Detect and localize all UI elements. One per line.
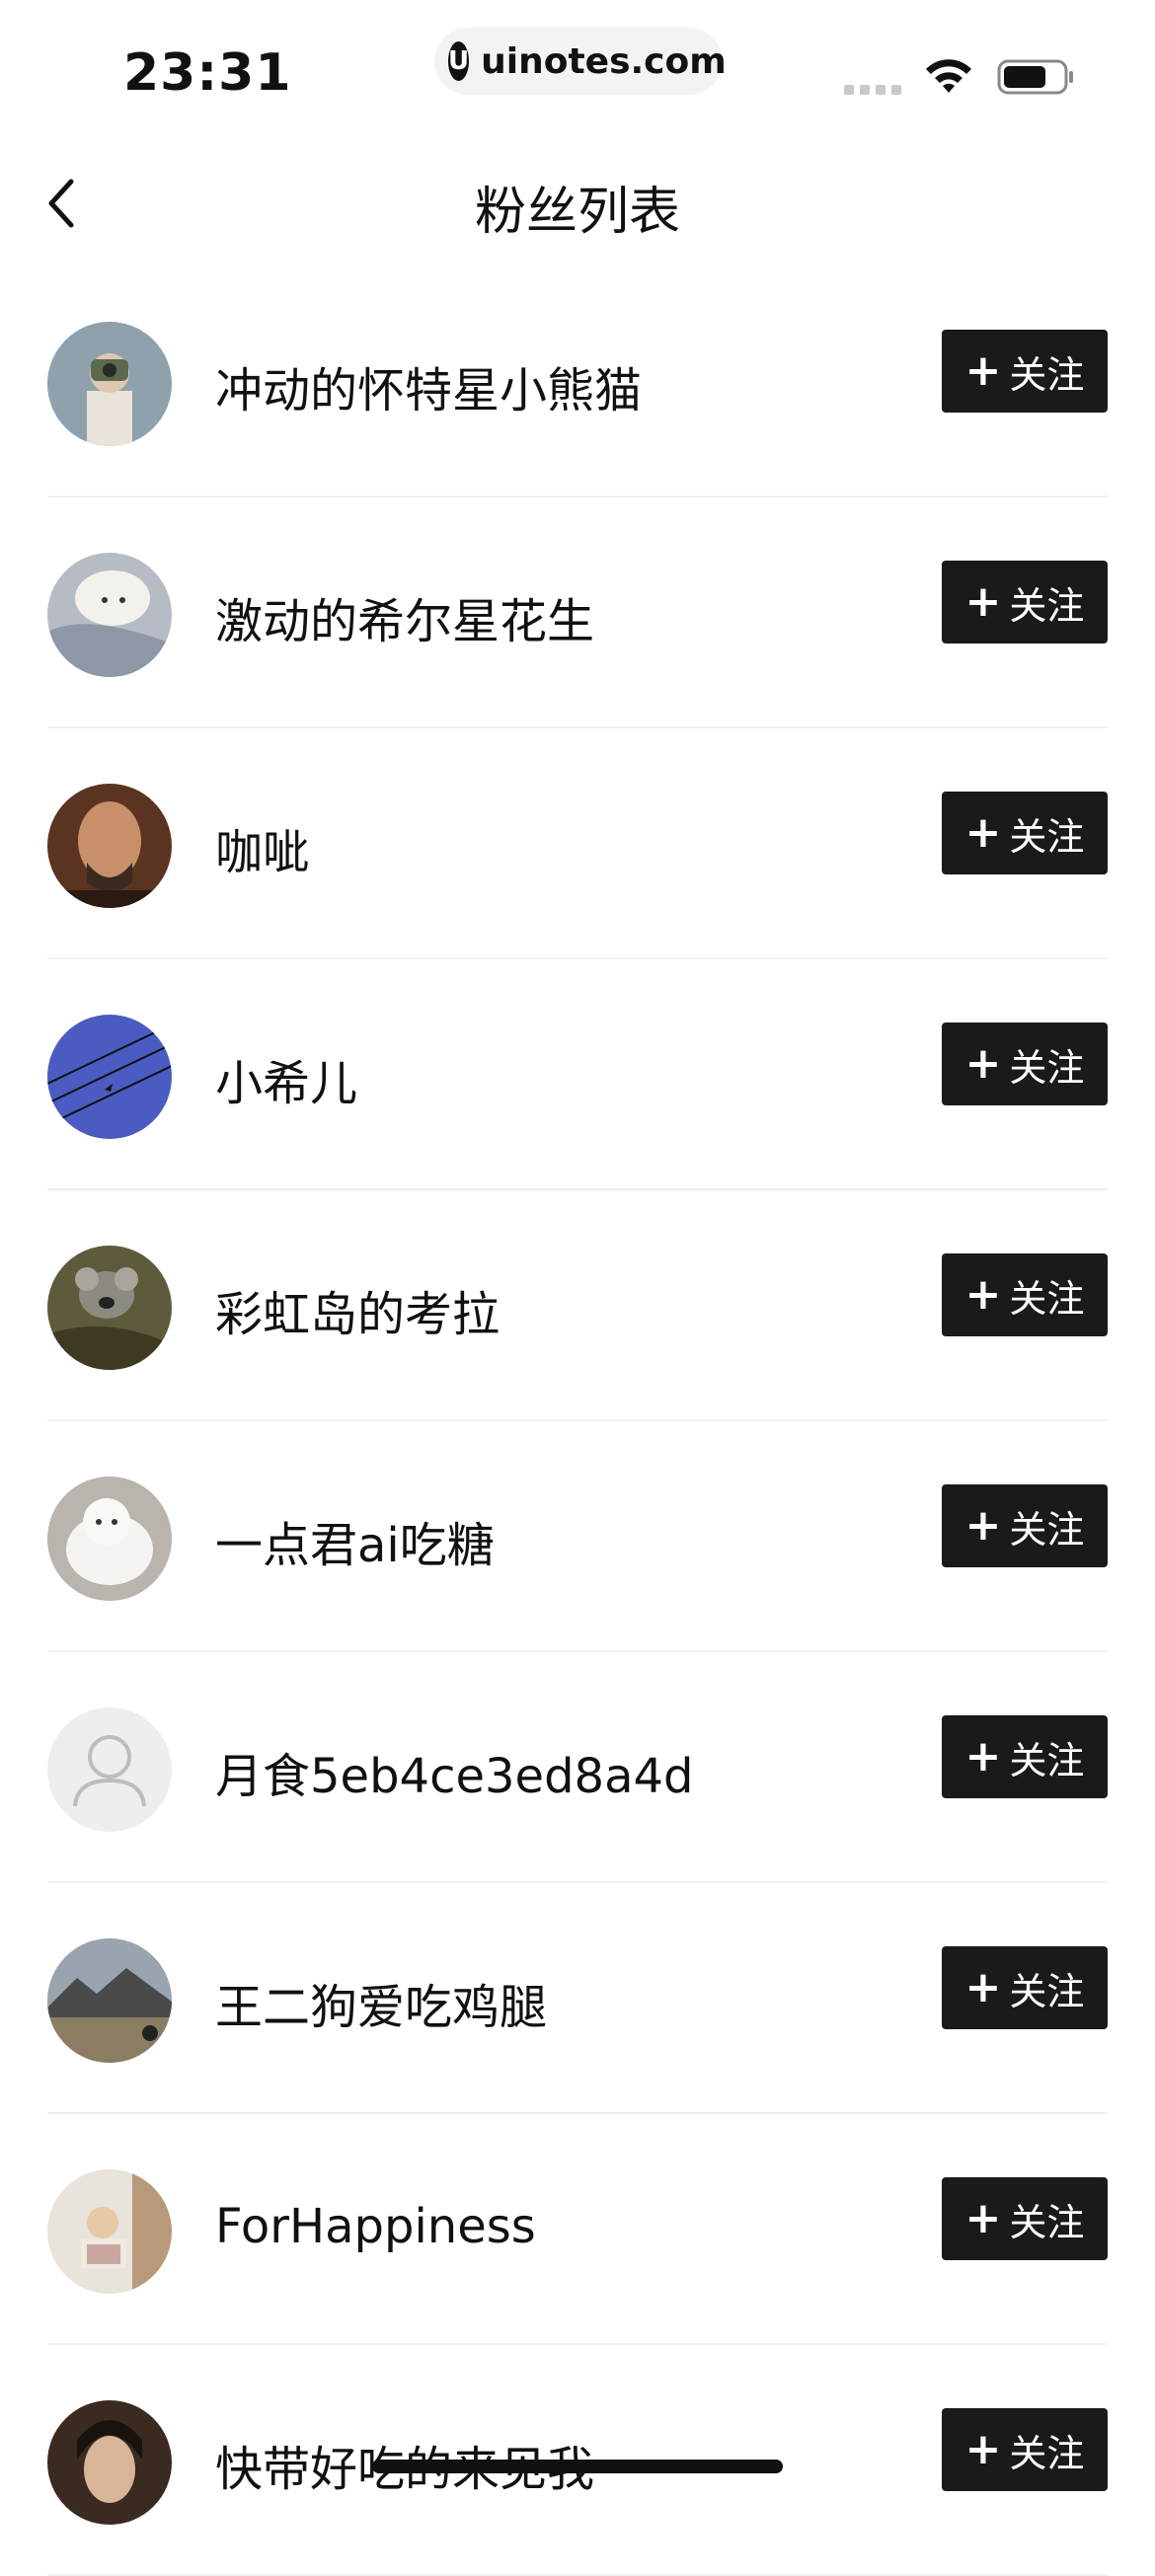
follow-label: 关注 xyxy=(1009,2200,1085,2244)
cellular-signal-icon xyxy=(844,85,901,95)
follow-label: 关注 xyxy=(1009,814,1085,859)
plus-icon: + xyxy=(964,2424,1002,2474)
user-icon xyxy=(47,1707,172,1832)
url-pill[interactable]: U uinotes.com xyxy=(434,28,727,95)
follow-button[interactable]: + 关注 xyxy=(942,2177,1108,2260)
follow-label: 关注 xyxy=(1009,1969,1085,2013)
url-text: uinotes.com xyxy=(481,40,727,82)
avatar[interactable] xyxy=(47,1246,172,1370)
follow-button[interactable]: + 关注 xyxy=(942,1253,1108,1336)
wifi-icon xyxy=(926,59,971,93)
follow-button[interactable]: + 关注 xyxy=(942,561,1108,644)
follow-label: 关注 xyxy=(1009,1738,1085,1782)
fan-list: 冲动的怀特星小熊猫 + 关注 激动的希尔星花生 + 关注 咖呲 + 关注 小希儿… xyxy=(0,266,1155,2576)
plus-icon: + xyxy=(964,1500,1002,1551)
follow-label: 关注 xyxy=(1009,2431,1085,2475)
fan-name: ForHappiness xyxy=(215,2199,536,2254)
follow-label: 关注 xyxy=(1009,352,1085,397)
default-user-avatar[interactable] xyxy=(47,1707,172,1832)
fan-name: 彩虹岛的考拉 xyxy=(215,1287,500,1342)
plus-icon: + xyxy=(964,807,1002,858)
status-bar: 23:31 U uinotes.com xyxy=(0,0,1155,138)
list-item[interactable]: 月食5eb4ce3ed8a4d + 关注 xyxy=(0,1652,1155,1883)
fan-name: 月食5eb4ce3ed8a4d xyxy=(215,1749,694,1804)
avatar[interactable] xyxy=(47,1015,172,1139)
site-logo-icon: U xyxy=(448,41,470,81)
plus-icon: + xyxy=(964,2193,1002,2243)
avatar[interactable] xyxy=(47,1938,172,2063)
fan-name: 小希儿 xyxy=(215,1056,358,1111)
follow-label: 关注 xyxy=(1009,583,1085,628)
follow-button[interactable]: + 关注 xyxy=(942,1023,1108,1105)
plus-icon: + xyxy=(964,1269,1002,1320)
battery-icon xyxy=(997,59,1073,95)
list-item[interactable]: 一点君ai吃糖 + 关注 xyxy=(0,1421,1155,1652)
plus-icon: + xyxy=(964,345,1002,396)
avatar[interactable] xyxy=(47,2169,172,2294)
follow-button[interactable]: + 关注 xyxy=(942,1946,1108,2029)
plus-icon: + xyxy=(964,1731,1002,1781)
plus-icon: + xyxy=(964,576,1002,627)
list-item[interactable]: 彩虹岛的考拉 + 关注 xyxy=(0,1190,1155,1421)
plus-icon: + xyxy=(964,1038,1002,1089)
follow-button[interactable]: + 关注 xyxy=(942,330,1108,413)
list-item[interactable]: 激动的希尔星花生 + 关注 xyxy=(0,497,1155,728)
follow-label: 关注 xyxy=(1009,1045,1085,1090)
list-item[interactable]: ForHappiness + 关注 xyxy=(0,2114,1155,2345)
avatar[interactable] xyxy=(47,1477,172,1601)
fan-name: 咖呲 xyxy=(215,825,311,880)
follow-button[interactable]: + 关注 xyxy=(942,1484,1108,1567)
follow-button[interactable]: + 关注 xyxy=(942,792,1108,874)
fan-name: 一点君ai吃糖 xyxy=(215,1518,495,1573)
avatar[interactable] xyxy=(47,784,172,908)
status-time: 23:31 xyxy=(123,43,292,103)
fan-name: 激动的希尔星花生 xyxy=(215,594,595,649)
nav-bar: 粉丝列表 xyxy=(0,138,1155,266)
fan-name: 冲动的怀特星小熊猫 xyxy=(215,363,643,418)
follow-label: 关注 xyxy=(1009,1276,1085,1321)
home-indicator[interactable] xyxy=(372,2460,783,2473)
follow-button[interactable]: + 关注 xyxy=(942,2408,1108,2491)
avatar[interactable] xyxy=(47,322,172,446)
list-item[interactable]: 王二狗爱吃鸡腿 + 关注 xyxy=(0,1883,1155,2114)
plus-icon: + xyxy=(964,1962,1002,2012)
follow-label: 关注 xyxy=(1009,1507,1085,1552)
list-item[interactable]: 咖呲 + 关注 xyxy=(0,728,1155,959)
page-title: 粉丝列表 xyxy=(474,183,680,242)
avatar[interactable] xyxy=(47,2400,172,2525)
fan-name: 王二狗爱吃鸡腿 xyxy=(215,1980,548,2035)
follow-button[interactable]: + 关注 xyxy=(942,1715,1108,1798)
list-item[interactable]: 小希儿 + 关注 xyxy=(0,959,1155,1190)
avatar[interactable] xyxy=(47,553,172,677)
list-item[interactable]: 冲动的怀特星小熊猫 + 关注 xyxy=(0,266,1155,497)
